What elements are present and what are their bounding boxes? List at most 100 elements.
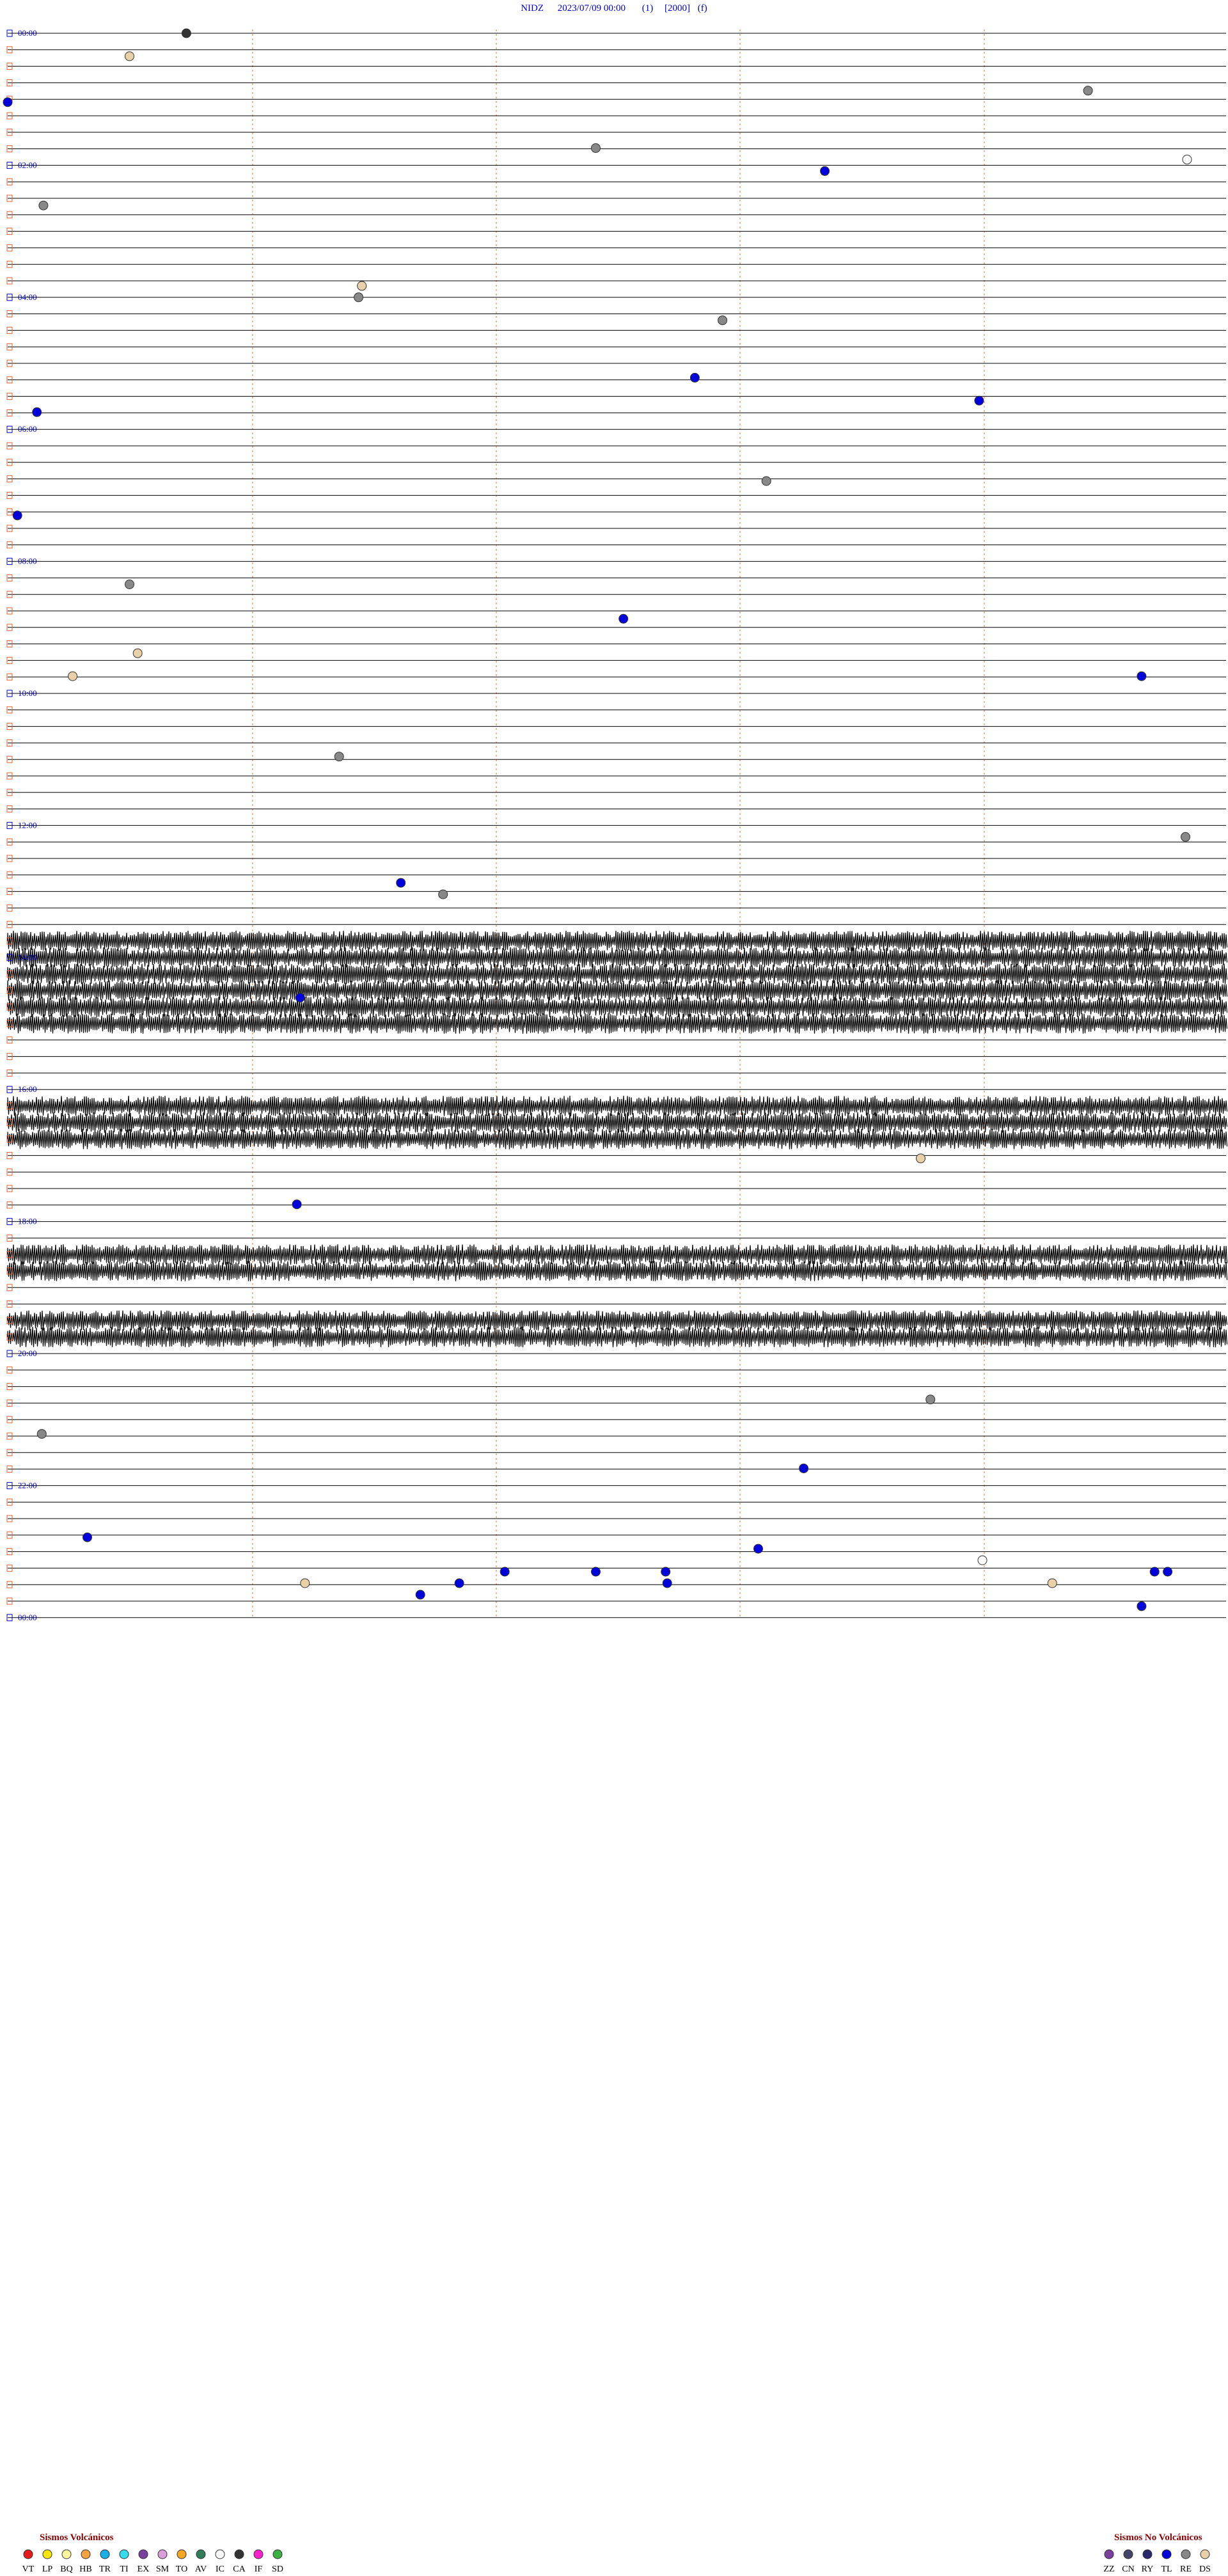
event-marker — [974, 395, 984, 406]
title-param1: (1) — [642, 3, 654, 13]
trace-noisy — [7, 947, 1228, 968]
event-marker — [1137, 1601, 1147, 1611]
legend-dot-tr — [100, 2549, 110, 2559]
legend-label-tr: TR — [99, 2564, 111, 2574]
legend-dot-tl — [1161, 2549, 1172, 2559]
event-marker — [396, 878, 406, 888]
event-marker — [295, 993, 305, 1003]
legend: Sismos Volcánicos VT LP BQ HB TR TI EX SM TO AV IC… — [22, 2533, 1211, 2574]
legend-nonvolcanic-title: Sismos No Volcánicos — [1114, 2533, 1202, 2543]
hour-label: 04:00 — [18, 292, 37, 302]
legend-label-hb: HB — [79, 2564, 91, 2574]
legend-label-tl: TL — [1161, 2564, 1172, 2574]
legend-label-sm: SM — [156, 2564, 169, 2574]
hour-label: 20:00 — [18, 1348, 37, 1358]
legend-label-lp: LP — [42, 2564, 53, 2574]
hour-label: 08:00 — [18, 557, 37, 566]
hour-label: 00:00 — [18, 28, 37, 38]
hour-label: 00:00 — [18, 1613, 37, 1622]
legend-dot-cn — [1123, 2549, 1133, 2559]
event-marker — [181, 28, 191, 38]
legend-label-ry: RY — [1142, 2564, 1154, 2574]
legend-dot-av — [196, 2549, 206, 2559]
legend-label-ds: DS — [1199, 2564, 1211, 2574]
event-marker — [12, 510, 22, 521]
hour-label: 06:00 — [18, 424, 37, 434]
event-marker — [454, 1578, 464, 1588]
event-marker — [661, 1567, 671, 1577]
event-marker — [357, 281, 367, 291]
legend-dot-ca — [234, 2549, 244, 2559]
event-marker — [916, 1153, 925, 1164]
trace-noisy — [7, 980, 1228, 1001]
trace-noisy — [7, 1327, 1228, 1348]
seismic-traces — [7, 33, 1228, 1618]
legend-dot-ex — [138, 2549, 148, 2559]
event-marker — [689, 372, 700, 383]
event-marker — [925, 1395, 936, 1405]
legend-label-cn: CN — [1122, 2564, 1134, 2574]
legend-dot-ry — [1142, 2549, 1153, 2559]
legend-label-zz: ZZ — [1103, 2564, 1114, 2574]
event-marker — [68, 671, 78, 681]
event-marker — [300, 1578, 310, 1588]
event-marker — [415, 1590, 425, 1600]
event-marker — [438, 889, 448, 899]
event-marker — [83, 1532, 92, 1542]
event-marker — [718, 315, 728, 326]
legend-volcanic-title: Sismos Volcánicos — [40, 2533, 114, 2543]
legend-nonvolcanic-items: ZZ CN RY TL RE DS — [1103, 2549, 1211, 2574]
trace-noisy — [7, 1013, 1228, 1034]
event-marker — [662, 1578, 672, 1588]
trace-noisy — [7, 963, 1228, 984]
legend-label-ca: CA — [233, 2564, 246, 2574]
legend-label-ic: IC — [216, 2564, 224, 2574]
title-date: 2023/07/09 00:00 — [558, 3, 626, 13]
hour-label: 14:00 — [18, 952, 37, 962]
event-marker — [334, 752, 344, 762]
hour-label: 22:00 — [18, 1480, 37, 1490]
legend-label-sd: SD — [272, 2564, 283, 2574]
hour-label: 02:00 — [18, 160, 37, 170]
trace-noisy — [7, 1310, 1228, 1331]
hour-label: 16:00 — [18, 1084, 37, 1094]
legend-label-bq: BQ — [60, 2564, 72, 2574]
event-marker — [1149, 1567, 1160, 1577]
legend-dot-ic — [215, 2549, 225, 2559]
event-marker — [36, 1429, 47, 1439]
hour-label: 10:00 — [18, 688, 37, 698]
legend-dot-ti — [119, 2549, 129, 2559]
event-marker — [292, 1199, 302, 1210]
hour-label: 18:00 — [18, 1217, 37, 1226]
event-marker — [125, 580, 134, 589]
event-marker — [761, 476, 771, 486]
event-marker — [820, 166, 830, 176]
legend-dot-vt — [23, 2549, 33, 2559]
event-marker — [753, 1544, 763, 1554]
trace-noisy — [7, 1244, 1228, 1265]
legend-dot-if — [253, 2549, 264, 2559]
title-param2: [2000] — [665, 3, 690, 13]
trace-noisy — [7, 1095, 1228, 1117]
trace-noisy — [7, 930, 1228, 952]
legend-dot-zz — [1104, 2549, 1114, 2559]
event-marker — [32, 407, 42, 417]
legend-dot-hb — [81, 2549, 91, 2559]
event-marker — [125, 51, 134, 61]
legend-label-ti: TI — [120, 2564, 129, 2574]
event-marker — [1181, 832, 1190, 842]
event-marker — [618, 613, 629, 624]
event-marker — [591, 1567, 601, 1577]
legend-dot-ds — [1200, 2549, 1210, 2559]
legend-volcanic-items: VT LP BQ HB TR TI EX SM TO AV IC CA IF SD — [22, 2549, 283, 2574]
event-marker — [1047, 1578, 1057, 1588]
legend-label-ex: EX — [138, 2564, 150, 2574]
event-marker — [1163, 1567, 1173, 1577]
title-station: NIDZ — [521, 3, 544, 13]
legend-dot-to — [177, 2549, 187, 2559]
event-marker — [977, 1555, 988, 1565]
event-marker — [500, 1567, 510, 1577]
event-marker — [354, 292, 364, 303]
helicorder-plot: NIDZ 2023/07/09 00:00 (1) [2000] (f) 00:… — [3, 3, 1228, 2574]
trace-noisy — [7, 997, 1228, 1018]
